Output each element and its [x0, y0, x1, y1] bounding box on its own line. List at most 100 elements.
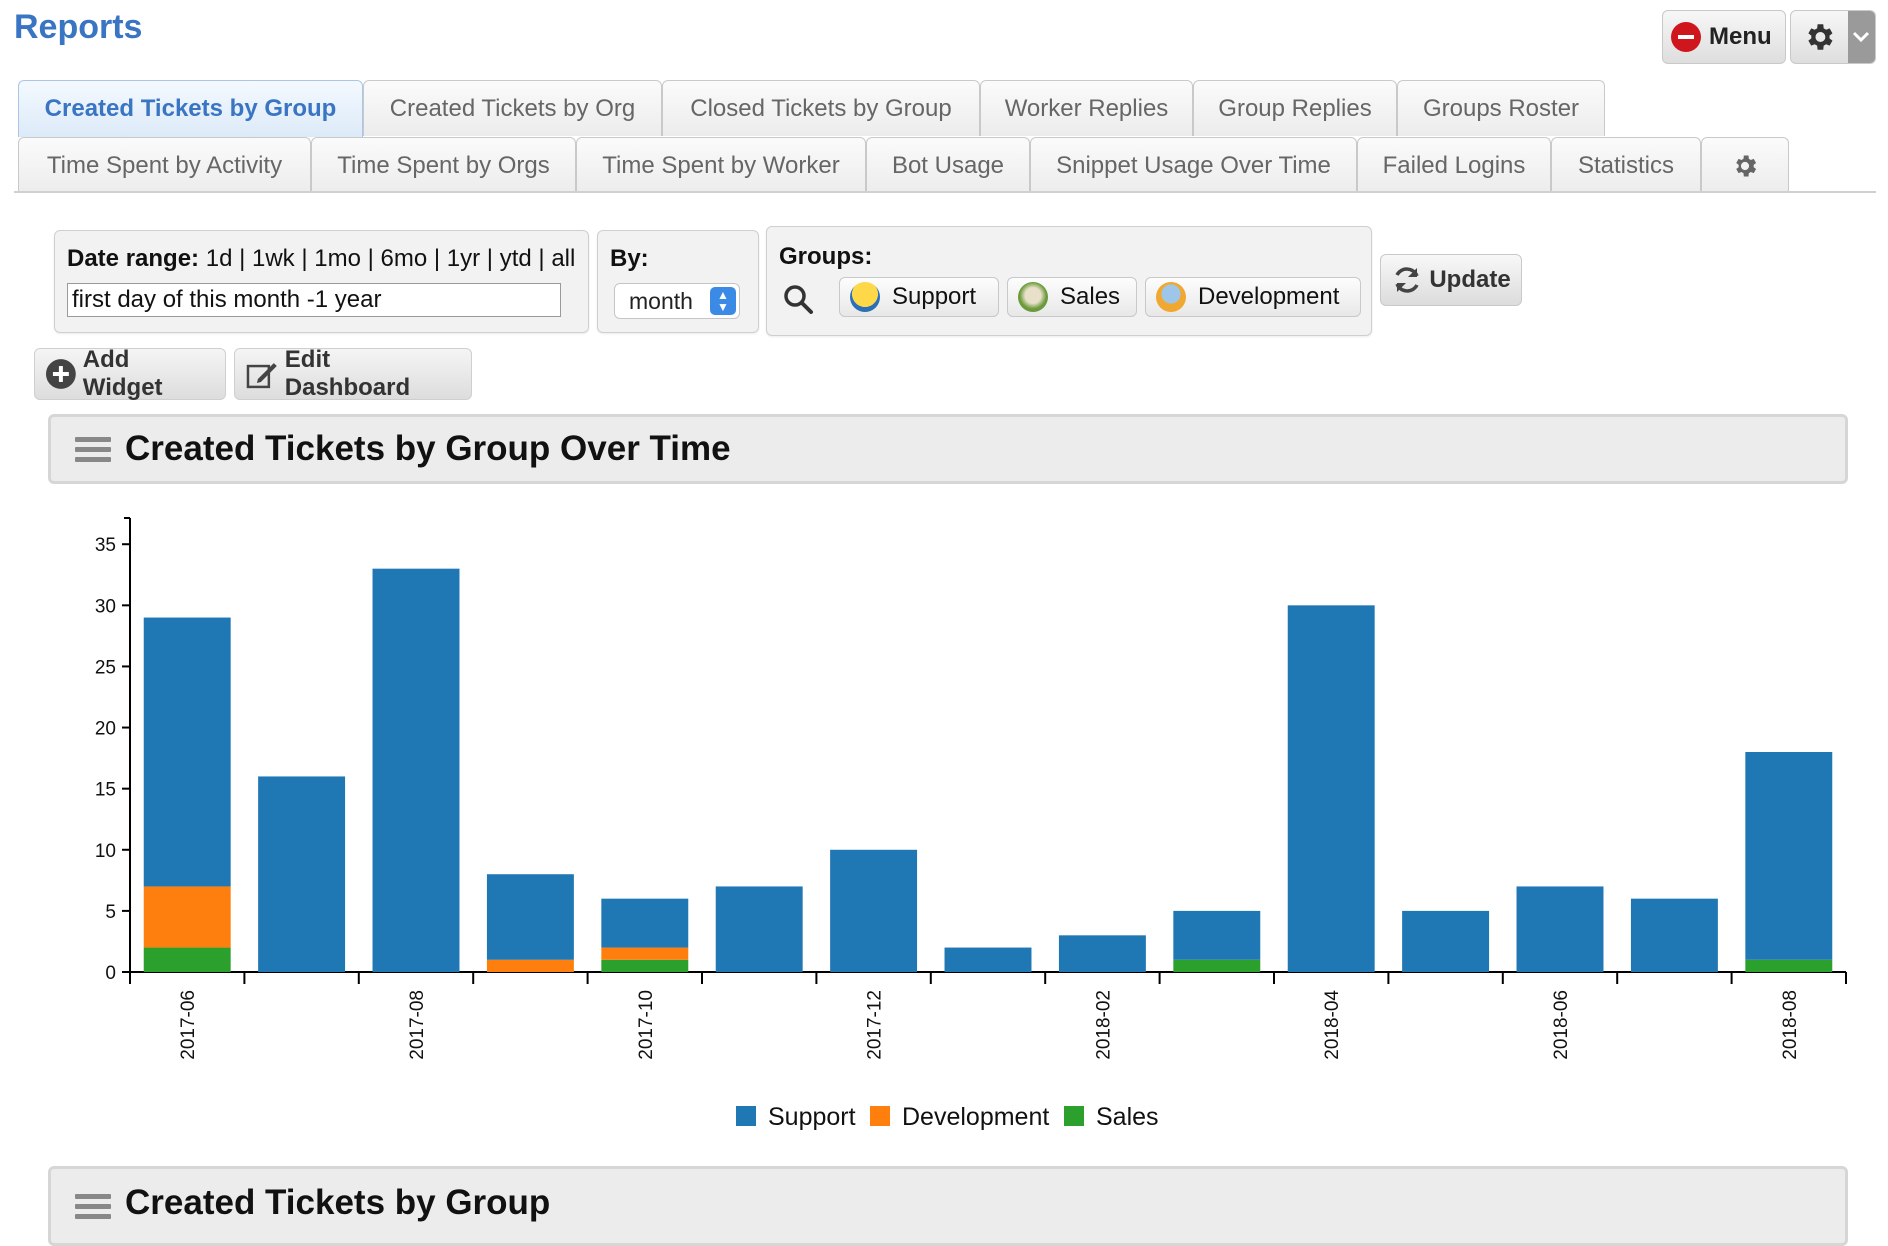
plus-circle-icon	[45, 359, 76, 389]
bar-sales	[601, 959, 689, 972]
by-panel: By: month ▲ ▼	[597, 230, 759, 333]
bar-support	[143, 617, 231, 887]
bar-support	[1173, 910, 1261, 960]
bar-support	[601, 898, 689, 948]
x-tick-label: 2018-08	[1780, 990, 1801, 1060]
legend-swatch-support	[736, 1106, 756, 1126]
y-tick-label: 35	[95, 535, 116, 556]
bar-support	[1402, 910, 1490, 972]
widget-header[interactable]: Created Tickets by Group	[48, 1166, 1848, 1246]
edit-icon	[246, 363, 277, 389]
update-label: Update	[1429, 266, 1511, 293]
x-tick-label: 2017-06	[178, 990, 199, 1060]
group-chip-support[interactable]: Support	[839, 277, 999, 317]
tab-worker-replies[interactable]: Worker Replies	[980, 80, 1193, 136]
group-chip-development[interactable]: Development	[1145, 277, 1361, 317]
legend-label: Support	[768, 1103, 856, 1131]
development-avatar	[1156, 282, 1186, 312]
tab-failed-logins[interactable]: Failed Logins	[1357, 137, 1551, 193]
legend-label: Development	[902, 1103, 1049, 1131]
bar-support	[830, 849, 918, 972]
y-tick-label: 0	[105, 963, 116, 984]
widget-header[interactable]: Created Tickets by Group Over Time	[48, 414, 1848, 484]
bar-support	[944, 947, 1032, 972]
add-widget-button[interactable]: Add Widget	[34, 346, 226, 401]
x-tick-label: 2018-06	[1551, 990, 1572, 1060]
by-select[interactable]: month ▲ ▼	[614, 283, 740, 319]
page-title: Reports	[14, 8, 143, 46]
by-label: By:	[610, 245, 649, 272]
y-tick-label: 10	[95, 841, 116, 862]
tab-created-tickets-by-org[interactable]: Created Tickets by Org	[363, 80, 662, 136]
legend-swatch-development	[870, 1106, 890, 1126]
settings-menu-button[interactable]	[1790, 10, 1876, 64]
range-link-1yr[interactable]: 1yr	[447, 245, 480, 272]
range-link-1mo[interactable]: 1mo	[314, 245, 361, 272]
tabs-divider	[14, 191, 1876, 193]
update-button[interactable]: Update	[1380, 254, 1522, 306]
y-tick-label: 5	[105, 902, 116, 923]
date-range-input[interactable]: first day of this month -1 year	[67, 283, 561, 317]
tab-settings[interactable]	[1701, 137, 1789, 193]
y-tick-label: 30	[95, 596, 116, 617]
legend-label: Sales	[1096, 1103, 1159, 1131]
y-tick-label: 20	[95, 719, 116, 740]
search-icon	[784, 285, 813, 314]
menu-button[interactable]: Menu	[1662, 10, 1786, 64]
range-link-6mo[interactable]: 6mo	[381, 245, 428, 272]
drag-handle-icon[interactable]	[75, 1189, 111, 1224]
widget-title: Created Tickets by Group Over Time	[125, 429, 731, 468]
bar-support	[1516, 886, 1604, 972]
select-arrows-icon: ▲ ▼	[710, 287, 736, 315]
y-tick-label: 25	[95, 657, 116, 678]
tab-groups-roster[interactable]: Groups Roster	[1397, 80, 1605, 136]
bar-support	[1287, 605, 1375, 972]
bar-development	[143, 886, 231, 948]
bar-sales	[1745, 959, 1833, 972]
group-chip-sales[interactable]: Sales	[1007, 277, 1137, 317]
bar-development	[486, 959, 574, 972]
search-button[interactable]	[777, 279, 819, 319]
range-link-all[interactable]: all	[551, 245, 575, 272]
group-chip-label: Development	[1198, 283, 1340, 310]
tab-statistics[interactable]: Statistics	[1551, 137, 1701, 193]
x-tick-label: 2018-04	[1322, 990, 1343, 1060]
tab-snippet-usage-over-time[interactable]: Snippet Usage Over Time	[1030, 137, 1357, 193]
tab-created-tickets-by-group[interactable]: Created Tickets by Group	[18, 80, 363, 137]
bar-support	[1745, 752, 1833, 960]
tab-time-spent-by-orgs[interactable]: Time Spent by Orgs	[311, 137, 576, 193]
add-widget-label: Add Widget	[82, 346, 163, 401]
y-tick-label: 15	[95, 780, 116, 801]
bar-support	[258, 776, 346, 972]
tab-group-replies[interactable]: Group Replies	[1193, 80, 1397, 136]
edit-dashboard-button[interactable]: Edit Dashboard	[234, 346, 472, 401]
x-tick-label: 2017-12	[865, 990, 886, 1060]
tab-closed-tickets-by-group[interactable]: Closed Tickets by Group	[662, 80, 980, 136]
groups-label: Groups:	[779, 243, 873, 270]
sales-avatar	[1018, 282, 1048, 312]
drag-handle-icon[interactable]	[75, 432, 111, 467]
refresh-icon	[1395, 267, 1419, 293]
date-range-row: Date range: 1d | 1wk | 1mo | 6mo | 1yr |…	[67, 245, 576, 272]
bar-support	[372, 568, 460, 972]
legend-swatch-sales	[1064, 1106, 1084, 1126]
bar-development	[601, 947, 689, 960]
group-chip-label: Support	[892, 283, 977, 310]
gear-icon	[1791, 11, 1848, 63]
bar-support	[1058, 935, 1146, 972]
range-link-1d[interactable]: 1d	[206, 245, 233, 272]
x-tick-label: 2017-08	[407, 990, 428, 1060]
tab-time-spent-by-worker[interactable]: Time Spent by Worker	[576, 137, 866, 193]
gear-icon	[1736, 155, 1757, 176]
tab-time-spent-by-activity[interactable]: Time Spent by Activity	[18, 137, 311, 193]
menu-label: Menu	[1709, 23, 1772, 50]
by-select-value: month	[629, 287, 693, 314]
stacked-bar-chart: 0 5 10 15 20 25 30 35 2017-06 2017-08 2017-10 2017-…	[95, 517, 1847, 1131]
support-avatar	[850, 282, 880, 312]
bar-sales	[143, 947, 231, 972]
bar-support	[486, 874, 574, 960]
range-link-ytd[interactable]: ytd	[500, 245, 532, 272]
tab-bot-usage[interactable]: Bot Usage	[866, 137, 1030, 193]
range-link-1wk[interactable]: 1wk	[252, 245, 295, 272]
group-chip-label: Sales	[1060, 283, 1121, 310]
